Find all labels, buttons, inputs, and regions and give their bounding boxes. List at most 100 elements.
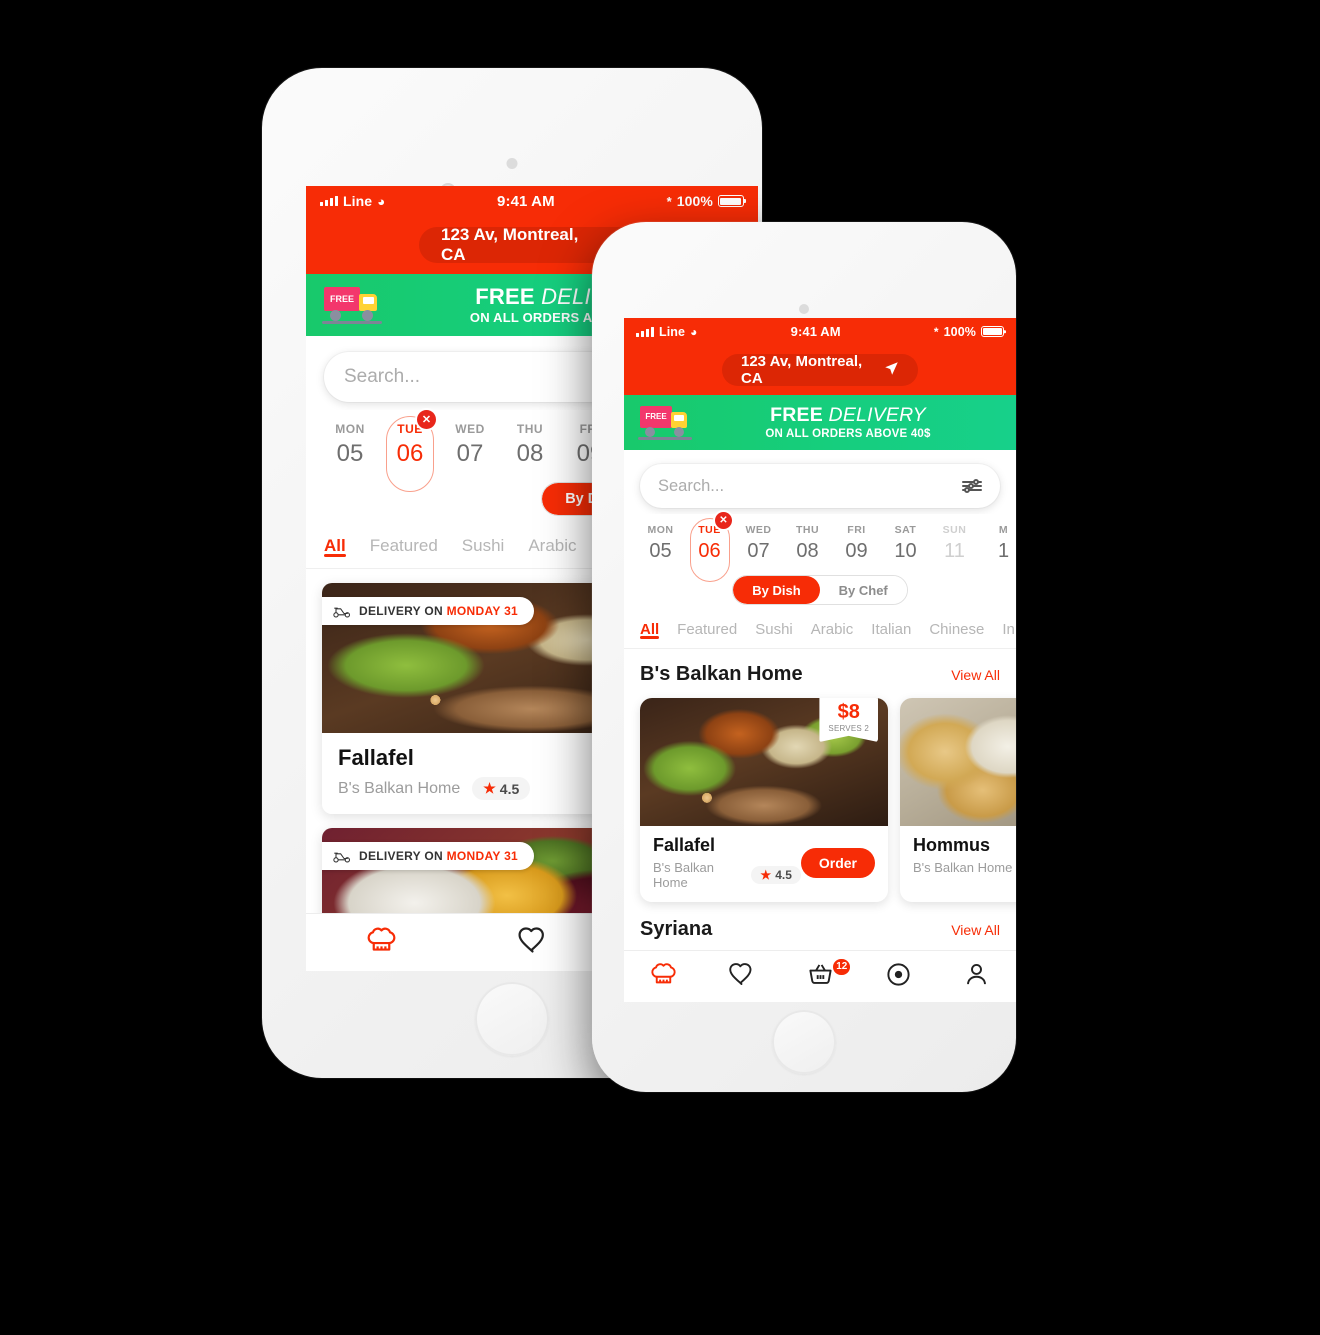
tab-chef-hat[interactable] (306, 925, 457, 961)
toggle-option-by-dish[interactable]: By Dish (733, 576, 820, 604)
signal-bars-icon (320, 196, 338, 206)
category-tab-sushi[interactable]: Sushi (462, 536, 505, 556)
category-tab-chinese[interactable]: Chinese (929, 621, 984, 638)
search-placeholder: Search... (658, 476, 725, 495)
date-dow: THU (516, 422, 544, 436)
battery-icon (980, 326, 1004, 337)
rating-badge: ★ 4.5 (751, 866, 801, 884)
location-arrow-icon[interactable] (884, 361, 899, 380)
view-all-link[interactable]: View All (951, 667, 1000, 683)
tab-basket[interactable]: 12 (781, 958, 859, 993)
tab-heart[interactable] (457, 925, 608, 961)
dish-card[interactable]: $8 SERVES 2 Fallafel B's Balkan Home ★ 4… (640, 698, 888, 902)
clear-date-badge[interactable]: ✕ (715, 512, 732, 529)
date-cell-tue[interactable]: ✕ TUE 06 (380, 410, 440, 492)
bottom-tab-bar-front[interactable]: 12 (624, 950, 1016, 1002)
home-button[interactable] (772, 1010, 836, 1074)
star-icon: ★ (483, 780, 496, 796)
date-cell-wed[interactable]: WED 07 (734, 524, 783, 563)
date-cell-mon[interactable]: MON 05 (320, 422, 380, 468)
sliders-filter-icon[interactable] (962, 478, 982, 494)
home-button[interactable] (475, 982, 549, 1056)
dish-chef-toggle-front[interactable]: By Dish By Chef (624, 569, 1016, 613)
free-delivery-banner: FREE FREE DELIVERY ON ALL ORDERS ABOVE 4… (624, 395, 1016, 450)
status-bar: Line ◕ 9:41 AM * 100% (624, 318, 1016, 345)
clear-date-badge[interactable]: ✕ (417, 410, 436, 429)
toggle-option-by-chef[interactable]: By Chef (819, 576, 907, 604)
date-cell-tue[interactable]: ✕ TUE 06 (685, 512, 734, 582)
status-time: 9:41 AM (497, 192, 555, 210)
address-label: 123 Av, Montreal, CA (741, 353, 863, 387)
dish-name: Hommus (913, 835, 991, 855)
date-cell-fri[interactable]: FRI 09 (832, 524, 881, 563)
section-title: Syriana (640, 918, 713, 940)
dish-image: $8 SERVES 2 (640, 698, 888, 826)
search-input[interactable]: Search... (640, 464, 1000, 508)
category-tab-all[interactable]: All (324, 536, 346, 557)
delivery-badge-text: DELIVERY ON MONDAY 31 (359, 849, 519, 863)
status-time: 9:41 AM (790, 324, 841, 339)
date-cell-m[interactable]: M1 (979, 524, 1016, 563)
date-cell-thu[interactable]: THU 08 (500, 422, 560, 468)
date-cell-wed[interactable]: WED 07 (440, 422, 500, 468)
screenshot-stage: Line ◕ 9:41 AM * 100% 123 Av, Montreal, … (0, 0, 1320, 1335)
date-cell-mon[interactable]: MON 05 (636, 524, 685, 563)
category-tab-italian[interactable]: Italian (871, 621, 911, 638)
dish-card-footer: Fallafel B's Balkan Home ★ 4.5 Order (640, 826, 888, 902)
category-tab-all[interactable]: All (640, 621, 660, 639)
record-circle-icon[interactable] (885, 961, 912, 993)
serves-label: SERVES 2 (828, 724, 869, 733)
date-cell-sat[interactable]: SAT 10 (881, 524, 930, 563)
category-tab-featured[interactable]: Featured (677, 621, 737, 638)
delivery-badge-text: DELIVERY ON MONDAY 31 (359, 604, 519, 618)
top-nav-bar: 123 Av, Montreal, CA (624, 345, 1016, 395)
date-cell-thu[interactable]: THU 08 (783, 524, 832, 563)
category-tabs-front[interactable]: All Featured Sushi Arabic Italian Chinese In (624, 613, 1016, 649)
date-cell-sun[interactable]: SUN 11 (930, 524, 979, 563)
segmented-control[interactable]: By DishBy Chef (732, 575, 908, 605)
chef-hat-icon[interactable] (650, 961, 677, 993)
battery-percent: 100% (676, 193, 713, 209)
category-tab-in[interactable]: In (1002, 621, 1015, 638)
date-dow: THU (795, 524, 820, 536)
category-tab-arabic[interactable]: Arabic (811, 621, 854, 638)
user-icon[interactable] (963, 961, 990, 993)
heart-icon[interactable] (728, 961, 755, 993)
date-strip-front[interactable]: MON 05 ✕ TUE 06 WED 07 THU 08 FRI 09 SAT 10 SUN 11 M 1 (624, 512, 1016, 582)
delivery-truck-icon: FREE (638, 403, 694, 443)
category-tab-sushi[interactable]: Sushi (755, 621, 793, 638)
dish-restaurant: B's Balkan Home (338, 779, 461, 797)
basket-icon[interactable] (807, 961, 834, 993)
heart-icon[interactable] (517, 925, 548, 961)
category-tab-featured[interactable]: Featured (370, 536, 438, 556)
tab-record-circle[interactable] (859, 961, 937, 993)
date-dow: SUN (942, 524, 967, 536)
battery-percent: 100% (943, 324, 976, 339)
chef-hat-icon[interactable] (366, 925, 397, 961)
category-tab-arabic[interactable]: Arabic (528, 536, 576, 556)
dish-card[interactable]: Hommus B's Balkan Home (900, 698, 1016, 902)
section-header: Syriana View All (624, 902, 1016, 949)
carrier-label: Line (659, 324, 686, 339)
date-number: 08 (516, 440, 544, 467)
tab-chef-hat[interactable] (624, 961, 702, 993)
date-number: 05 (649, 540, 672, 562)
delivery-badge: DELIVERY ON MONDAY 31 (322, 842, 535, 870)
front-camera-icon (799, 304, 809, 314)
status-bar: Line ◕ 9:41 AM * 100% (306, 186, 758, 216)
cart-count-badge: 12 (833, 958, 851, 975)
address-pill[interactable]: 123 Av, Montreal, CA (722, 353, 918, 387)
order-button[interactable]: Order (800, 847, 875, 878)
date-dow: FRI (847, 524, 866, 536)
date-dow: WED (455, 422, 485, 436)
dish-carousel[interactable]: $8 SERVES 2 Fallafel B's Balkan Home ★ 4… (624, 694, 1016, 902)
tab-user[interactable] (938, 961, 1016, 993)
date-number: 09 (845, 540, 868, 562)
dish-name: Fallafel (653, 835, 716, 855)
view-all-link[interactable]: View All (951, 922, 1000, 938)
tab-heart[interactable] (702, 961, 780, 993)
dish-restaurant: B's Balkan Home (913, 860, 1013, 875)
search-section: Search... (624, 450, 1016, 514)
bluetooth-icon: * (933, 324, 939, 339)
signal-bars-icon (636, 326, 654, 337)
